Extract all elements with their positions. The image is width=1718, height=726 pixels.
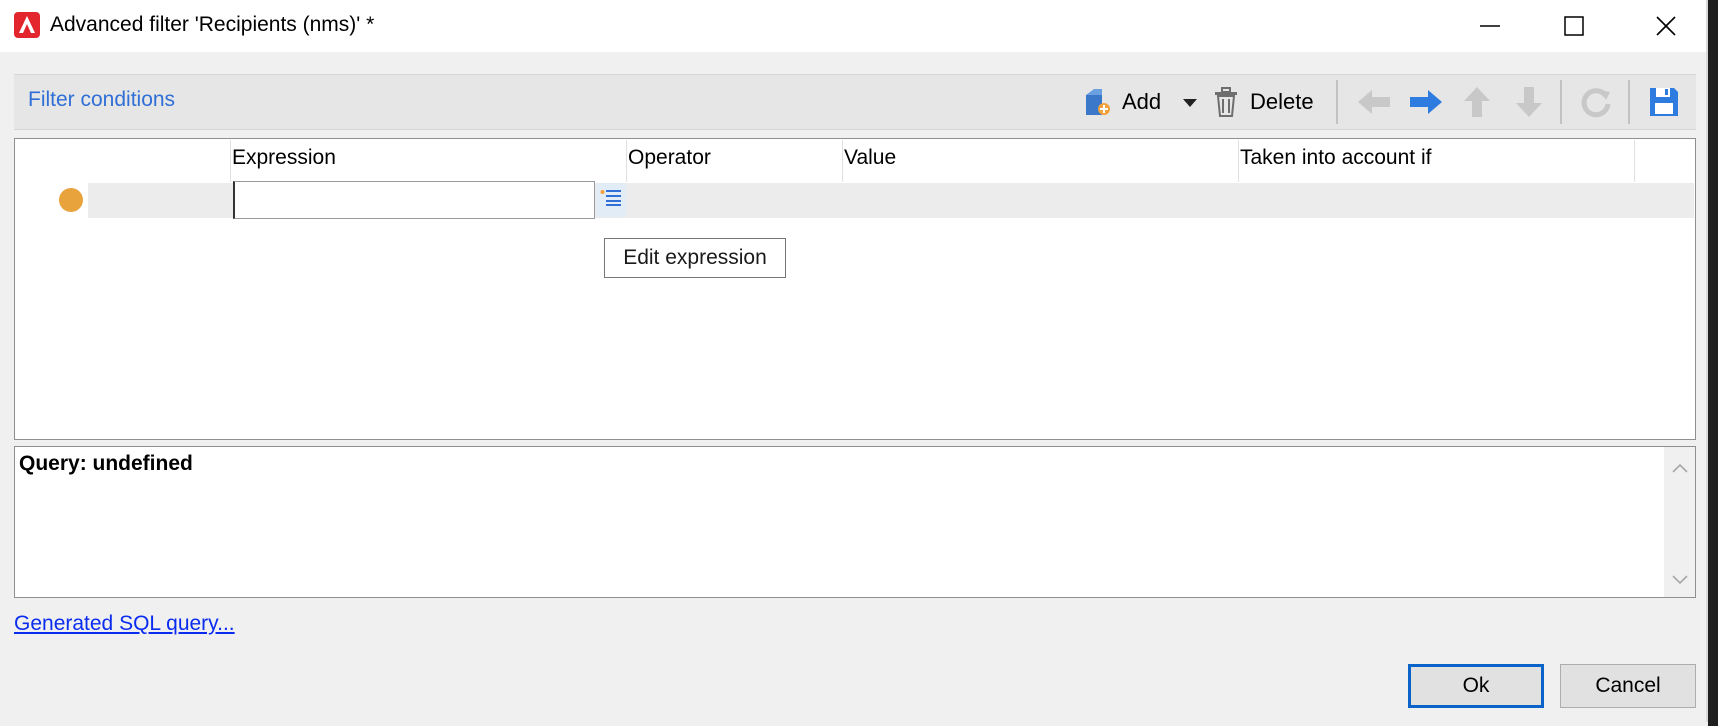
- dropdown-arrow-icon: [1182, 89, 1198, 115]
- status-dot: [59, 188, 83, 212]
- column-header-expression[interactable]: Expression: [232, 146, 336, 170]
- add-dropdown-button[interactable]: [1182, 82, 1198, 122]
- scroll-up-icon[interactable]: [1668, 456, 1692, 480]
- toolbar-separator: [1560, 80, 1562, 124]
- toolbar-separator: [1628, 80, 1630, 124]
- section-title: Filter conditions: [28, 88, 176, 111]
- arrow-down-icon[interactable]: [1514, 82, 1544, 122]
- edit-expression-icon: [600, 189, 622, 212]
- add-button[interactable]: Add: [1082, 82, 1161, 122]
- delete-button[interactable]: Delete: [1212, 82, 1314, 122]
- maximize-icon[interactable]: [1544, 0, 1604, 52]
- cancel-button[interactable]: Cancel: [1560, 664, 1696, 708]
- column-header-operator[interactable]: Operator: [628, 146, 711, 170]
- query-text: Query: undefined: [19, 452, 193, 475]
- query-panel: [14, 446, 1696, 598]
- window-bottom-edge: [0, 722, 1708, 726]
- column-separator: [230, 140, 231, 182]
- arrow-up-icon[interactable]: [1462, 82, 1492, 122]
- arrow-left-icon[interactable]: [1356, 82, 1392, 122]
- column-separator: [626, 140, 627, 182]
- add-label: Add: [1122, 89, 1162, 114]
- window-edge: [1708, 0, 1718, 726]
- refresh-icon[interactable]: [1580, 82, 1612, 122]
- minimize-icon[interactable]: [1460, 0, 1520, 52]
- window-title: Advanced filter 'Recipients (nms)' *: [50, 13, 375, 36]
- column-header-taken-into-account-if[interactable]: Taken into account if: [1240, 146, 1431, 170]
- trash-icon: [1212, 87, 1240, 117]
- add-icon: [1082, 87, 1112, 117]
- save-icon[interactable]: [1648, 82, 1680, 122]
- toolbar-separator: [1336, 80, 1338, 124]
- adobe-campaign-icon: [14, 12, 40, 38]
- close-icon[interactable]: [1636, 0, 1696, 52]
- edit-expression-button[interactable]: [596, 183, 626, 217]
- delete-label: Delete: [1250, 89, 1314, 114]
- tooltip: Edit expression: [604, 238, 786, 278]
- column-separator: [1238, 140, 1239, 182]
- arrow-right-icon[interactable]: [1408, 82, 1444, 122]
- ok-button[interactable]: Ok: [1408, 664, 1544, 708]
- column-header-value[interactable]: Value: [844, 146, 896, 170]
- column-separator: [842, 140, 843, 182]
- scroll-down-icon[interactable]: [1668, 568, 1692, 592]
- column-separator: [1634, 140, 1635, 182]
- generated-sql-link[interactable]: Generated SQL query...: [14, 612, 235, 636]
- expression-input[interactable]: [233, 181, 595, 219]
